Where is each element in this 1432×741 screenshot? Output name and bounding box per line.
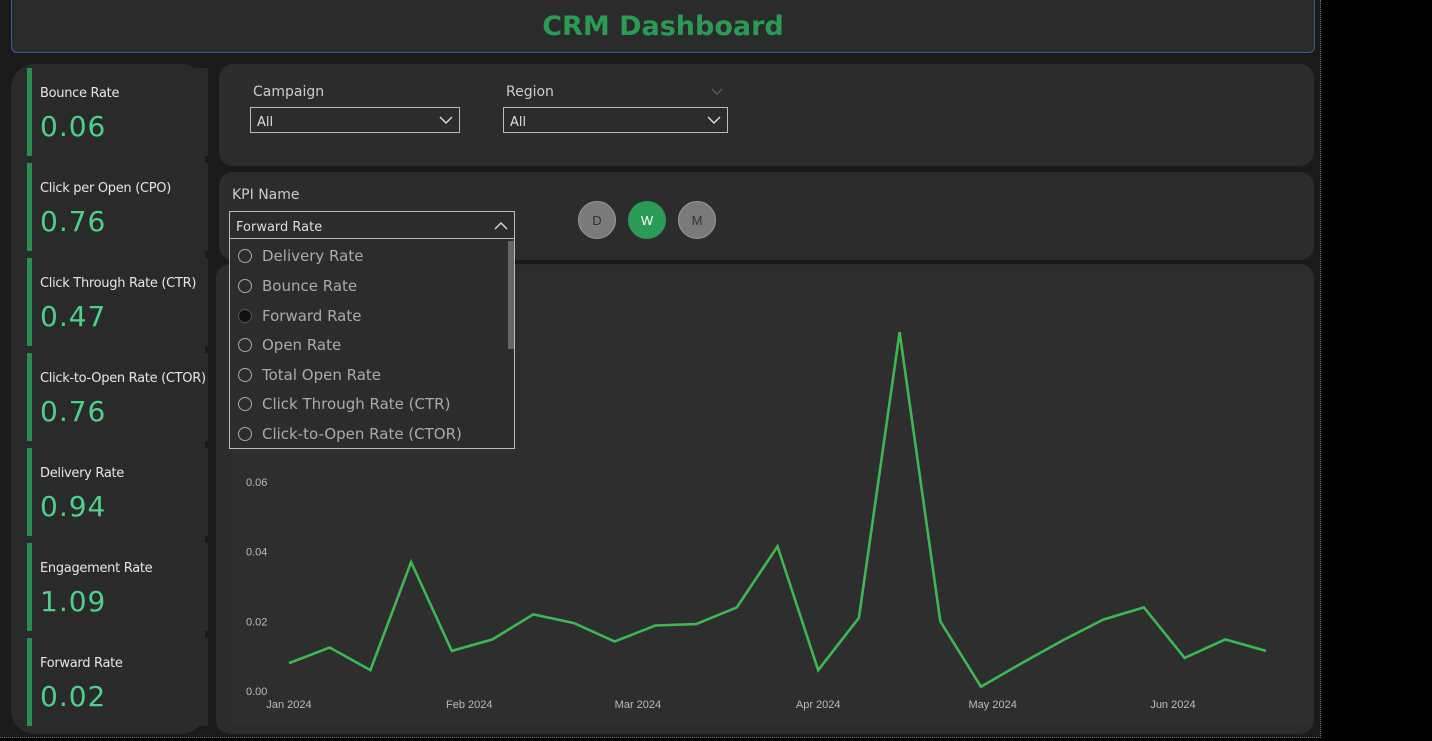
kpi-label: Click per Open (CPO)	[40, 181, 171, 196]
kpi-option-label: Click-to-Open Rate (CTOR)	[262, 425, 462, 443]
data-point[interactable]	[1059, 637, 1065, 643]
kpi-name-select[interactable]: Forward Rate	[229, 211, 515, 239]
y-tick-label: 0.04	[246, 547, 267, 559]
granularity-day-button[interactable]: D	[578, 201, 616, 239]
kpi-option-label: Open Rate	[262, 336, 342, 354]
campaign-filter-label: Campaign	[253, 84, 325, 100]
radio-selected-icon	[238, 309, 252, 323]
kpi-card-ctor: Click-to-Open Rate (CTOR) 0.76	[27, 353, 208, 441]
kpi-value: 0.76	[40, 395, 107, 428]
chevron-down-icon	[707, 110, 721, 133]
data-point[interactable]	[978, 684, 984, 690]
data-point[interactable]	[327, 644, 333, 650]
kpi-card-ctr: Click Through Rate (CTR) 0.47	[27, 258, 208, 346]
radio-icon	[238, 338, 252, 352]
data-point[interactable]	[286, 660, 292, 666]
kpi-option-label: Total Open Rate	[262, 366, 382, 384]
radio-icon	[238, 249, 252, 263]
radio-icon	[238, 368, 252, 382]
data-point[interactable]	[1141, 604, 1147, 610]
kpi-name-label: KPI Name	[232, 187, 300, 203]
radio-icon	[238, 279, 252, 293]
data-point[interactable]	[1100, 617, 1106, 623]
data-point[interactable]	[1182, 655, 1188, 661]
kpi-card-cpo: Click per Open (CPO) 0.76	[27, 163, 208, 251]
data-point[interactable]	[571, 620, 577, 626]
kpi-card-bounce-rate: Bounce Rate 0.06	[27, 68, 208, 156]
kpi-card-engagement-rate: Engagement Rate 1.09	[27, 543, 208, 631]
data-point[interactable]	[408, 559, 414, 565]
x-tick-label: Jun 2024	[1150, 699, 1195, 711]
data-point[interactable]	[856, 615, 862, 621]
granularity-month-button[interactable]: M	[678, 201, 716, 239]
region-filter-label: Region	[506, 84, 554, 100]
x-tick-label: Apr 2024	[796, 699, 841, 711]
kpi-option-forward-rate[interactable]: Forward Rate	[238, 305, 362, 327]
x-tick-label: May 2024	[969, 699, 1017, 711]
kpi-label: Engagement Rate	[40, 561, 153, 576]
kpi-option-ctor[interactable]: Click-to-Open Rate (CTOR)	[238, 423, 462, 445]
data-point[interactable]	[530, 611, 536, 617]
kpi-option-label: Delivery Rate	[262, 247, 364, 265]
campaign-filter-value: All	[257, 115, 274, 130]
chevron-up-icon	[494, 214, 508, 239]
kpi-label: Click Through Rate (CTR)	[40, 276, 197, 291]
kpi-name-value: Forward Rate	[236, 220, 323, 235]
data-point[interactable]	[937, 618, 943, 624]
kpi-option-open-rate[interactable]: Open Rate	[238, 334, 341, 356]
data-point[interactable]	[693, 621, 699, 627]
data-point[interactable]	[652, 623, 658, 629]
data-point[interactable]	[1019, 660, 1025, 666]
kpi-option-bounce-rate[interactable]: Bounce Rate	[238, 275, 357, 297]
kpi-option-label: Click Through Rate (CTR)	[262, 395, 451, 413]
radio-icon	[238, 397, 252, 411]
data-point[interactable]	[734, 604, 740, 610]
kpi-value: 1.09	[40, 585, 107, 618]
kpi-option-label: Bounce Rate	[262, 277, 358, 295]
title-bar: CRM Dashboard	[11, 0, 1315, 53]
radio-icon	[238, 427, 252, 441]
region-filter-value: All	[510, 115, 527, 130]
kpi-label: Click-to-Open Rate (CTOR)	[40, 371, 206, 386]
kpi-panel: Bounce Rate 0.06 Click per Open (CPO) 0.…	[11, 64, 208, 734]
data-point[interactable]	[612, 639, 618, 645]
data-point[interactable]	[775, 543, 781, 549]
kpi-value: 0.02	[40, 680, 107, 713]
y-tick-label: 0.06	[246, 477, 267, 489]
y-tick-label: 0.02	[246, 616, 267, 628]
kpi-value: 0.47	[40, 300, 107, 333]
x-tick-label: Jan 2024	[266, 699, 311, 711]
kpi-option-delivery-rate[interactable]: Delivery Rate	[238, 245, 363, 267]
kpi-name-dropdown: Delivery Rate Bounce Rate Forward Rate O…	[229, 238, 515, 449]
kpi-option-ctr[interactable]: Click Through Rate (CTR)	[238, 393, 450, 415]
x-tick-label: Mar 2024	[615, 699, 661, 711]
kpi-card-delivery-rate: Delivery Rate 0.94	[27, 448, 208, 536]
kpi-option-total-open-rate[interactable]: Total Open Rate	[238, 364, 381, 386]
dropdown-scrollbar[interactable]	[508, 241, 514, 349]
data-point[interactable]	[815, 667, 821, 673]
kpi-value: 0.94	[40, 490, 107, 523]
chevron-down-icon	[439, 110, 453, 133]
kpi-label: Forward Rate	[40, 656, 123, 671]
region-filter-select[interactable]: All	[503, 107, 728, 133]
campaign-filter-select[interactable]: All	[250, 107, 460, 133]
chevron-down-icon	[710, 84, 724, 102]
data-point[interactable]	[367, 667, 373, 673]
data-point[interactable]	[1222, 636, 1228, 642]
kpi-option-label: Forward Rate	[262, 307, 362, 325]
kpi-value: 0.76	[40, 205, 107, 238]
data-point[interactable]	[490, 636, 496, 642]
page-title: CRM Dashboard	[542, 10, 784, 42]
kpi-label: Bounce Rate	[40, 86, 120, 101]
kpi-value: 0.06	[40, 110, 107, 143]
granularity-week-button[interactable]: W	[628, 201, 666, 239]
kpi-card-forward-rate: Forward Rate 0.02	[27, 638, 208, 726]
data-point[interactable]	[1263, 648, 1269, 654]
data-point[interactable]	[897, 329, 903, 335]
kpi-label: Delivery Rate	[40, 466, 125, 481]
data-point[interactable]	[449, 648, 455, 654]
x-tick-label: Feb 2024	[446, 699, 492, 711]
y-tick-label: 0.00	[246, 686, 267, 698]
